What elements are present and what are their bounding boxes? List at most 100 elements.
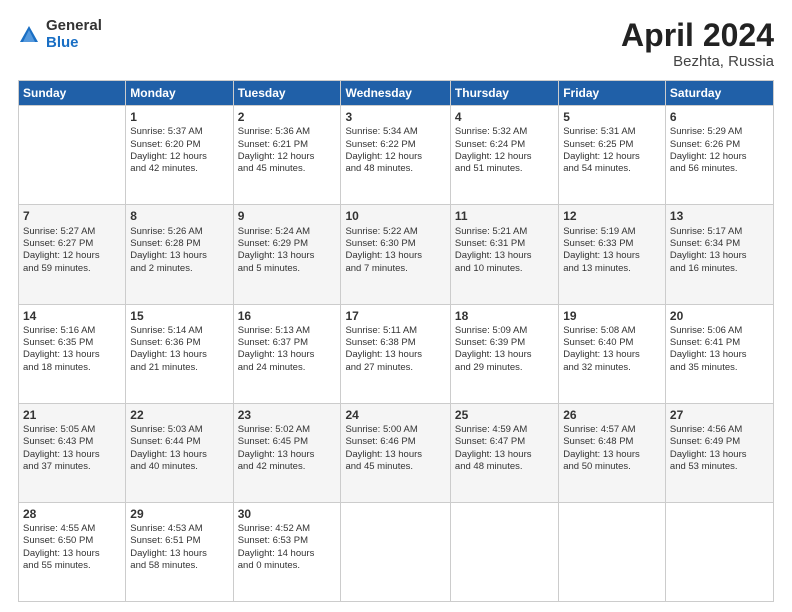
day-number: 7 <box>23 208 121 224</box>
logo-icon <box>18 24 40 46</box>
weekday-header: Saturday <box>665 81 773 106</box>
calendar-cell: 13 Sunrise: 5:17 AM Sunset: 6:34 PM Dayli… <box>665 205 773 304</box>
weekday-header: Wednesday <box>341 81 450 106</box>
day-info: Sunrise: 5:21 AM Sunset: 6:31 PM Dayligh… <box>455 226 554 275</box>
day-number: 3 <box>345 109 445 125</box>
calendar-cell: 24Sunrise: 5:00 AM Sunset: 6:46 PM Dayli… <box>341 403 450 502</box>
day-info: Sunrise: 5:03 AM Sunset: 6:44 PM Dayligh… <box>130 424 228 473</box>
logo: General Blue <box>18 18 102 51</box>
day-number: 16 <box>238 308 337 324</box>
day-info: Sunrise: 5:29 AM Sunset: 6:26 PM Dayligh… <box>670 126 769 175</box>
calendar-cell <box>450 502 558 601</box>
day-info: Sunrise: 5:19 AM Sunset: 6:33 PM Dayligh… <box>563 226 661 275</box>
weekday-header: Thursday <box>450 81 558 106</box>
day-number: 21 <box>23 407 121 423</box>
calendar-cell: 6Sunrise: 5:29 AM Sunset: 6:26 PM Daylig… <box>665 106 773 205</box>
day-info: Sunrise: 5:27 AM Sunset: 6:27 PM Dayligh… <box>23 226 121 275</box>
day-info: Sunrise: 5:08 AM Sunset: 6:40 PM Dayligh… <box>563 325 661 374</box>
day-info: Sunrise: 4:59 AM Sunset: 6:47 PM Dayligh… <box>455 424 554 473</box>
calendar-cell: 9 Sunrise: 5:24 AM Sunset: 6:29 PM Daylig… <box>233 205 341 304</box>
day-number: 9 <box>238 208 337 224</box>
day-number: 18 <box>455 308 554 324</box>
day-number: 28 <box>23 506 121 522</box>
calendar-cell: 4Sunrise: 5:32 AM Sunset: 6:24 PM Daylig… <box>450 106 558 205</box>
day-info: Sunrise: 4:57 AM Sunset: 6:48 PM Dayligh… <box>563 424 661 473</box>
day-info: Sunrise: 5:26 AM Sunset: 6:28 PM Dayligh… <box>130 226 228 275</box>
day-number: 12 <box>563 208 661 224</box>
calendar-title: April 2024 <box>621 18 774 53</box>
calendar-cell: 12 Sunrise: 5:19 AM Sunset: 6:33 PM Dayli… <box>559 205 666 304</box>
day-info: Sunrise: 4:52 AM Sunset: 6:53 PM Dayligh… <box>238 523 337 572</box>
day-number: 25 <box>455 407 554 423</box>
calendar-cell: 10Sunrise: 5:22 AM Sunset: 6:30 PM Dayli… <box>341 205 450 304</box>
day-info: Sunrise: 5:17 AM Sunset: 6:34 PM Dayligh… <box>670 226 769 275</box>
calendar-cell: 11Sunrise: 5:21 AM Sunset: 6:31 PM Dayli… <box>450 205 558 304</box>
calendar-cell <box>341 502 450 601</box>
weekday-header-row: SundayMondayTuesdayWednesdayThursdayFrid… <box>19 81 774 106</box>
day-number: 24 <box>345 407 445 423</box>
day-info: Sunrise: 5:06 AM Sunset: 6:41 PM Dayligh… <box>670 325 769 374</box>
day-info: Sunrise: 5:00 AM Sunset: 6:46 PM Dayligh… <box>345 424 445 473</box>
day-info: Sunrise: 5:14 AM Sunset: 6:36 PM Dayligh… <box>130 325 228 374</box>
day-number: 29 <box>130 506 228 522</box>
calendar-cell: 20Sunrise: 5:06 AM Sunset: 6:41 PM Dayli… <box>665 304 773 403</box>
day-info: Sunrise: 4:55 AM Sunset: 6:50 PM Dayligh… <box>23 523 121 572</box>
calendar-cell <box>559 502 666 601</box>
logo-general: General <box>46 18 102 35</box>
calendar-cell: 22Sunrise: 5:03 AM Sunset: 6:44 PM Dayli… <box>126 403 233 502</box>
day-number: 6 <box>670 109 769 125</box>
calendar-cell: 18Sunrise: 5:09 AM Sunset: 6:39 PM Dayli… <box>450 304 558 403</box>
calendar-page: General Blue April 2024 Bezhta, Russia S… <box>0 0 792 612</box>
calendar-table: SundayMondayTuesdayWednesdayThursdayFrid… <box>18 80 774 602</box>
day-number: 8 <box>130 208 228 224</box>
logo-text: General Blue <box>46 18 102 51</box>
day-number: 1 <box>130 109 228 125</box>
calendar-week-row: 28Sunrise: 4:55 AM Sunset: 6:50 PM Dayli… <box>19 502 774 601</box>
calendar-cell: 28Sunrise: 4:55 AM Sunset: 6:50 PM Dayli… <box>19 502 126 601</box>
weekday-header: Tuesday <box>233 81 341 106</box>
day-number: 20 <box>670 308 769 324</box>
day-info: Sunrise: 5:31 AM Sunset: 6:25 PM Dayligh… <box>563 126 661 175</box>
weekday-header: Monday <box>126 81 233 106</box>
weekday-header: Sunday <box>19 81 126 106</box>
calendar-cell: 30Sunrise: 4:52 AM Sunset: 6:53 PM Dayli… <box>233 502 341 601</box>
day-number: 19 <box>563 308 661 324</box>
day-info: Sunrise: 5:32 AM Sunset: 6:24 PM Dayligh… <box>455 126 554 175</box>
day-info: Sunrise: 5:09 AM Sunset: 6:39 PM Dayligh… <box>455 325 554 374</box>
calendar-cell <box>19 106 126 205</box>
day-info: Sunrise: 4:53 AM Sunset: 6:51 PM Dayligh… <box>130 523 228 572</box>
calendar-cell: 3Sunrise: 5:34 AM Sunset: 6:22 PM Daylig… <box>341 106 450 205</box>
day-info: Sunrise: 5:22 AM Sunset: 6:30 PM Dayligh… <box>345 226 445 275</box>
day-number: 5 <box>563 109 661 125</box>
calendar-cell: 5Sunrise: 5:31 AM Sunset: 6:25 PM Daylig… <box>559 106 666 205</box>
day-number: 17 <box>345 308 445 324</box>
day-number: 26 <box>563 407 661 423</box>
calendar-subtitle: Bezhta, Russia <box>621 53 774 70</box>
calendar-cell: 8 Sunrise: 5:26 AM Sunset: 6:28 PM Daylig… <box>126 205 233 304</box>
calendar-cell: 19Sunrise: 5:08 AM Sunset: 6:40 PM Dayli… <box>559 304 666 403</box>
day-number: 13 <box>670 208 769 224</box>
day-info: Sunrise: 5:24 AM Sunset: 6:29 PM Dayligh… <box>238 226 337 275</box>
calendar-cell: 21Sunrise: 5:05 AM Sunset: 6:43 PM Dayli… <box>19 403 126 502</box>
day-number: 2 <box>238 109 337 125</box>
calendar-week-row: 14Sunrise: 5:16 AM Sunset: 6:35 PM Dayli… <box>19 304 774 403</box>
calendar-week-row: 7 Sunrise: 5:27 AM Sunset: 6:27 PM Daylig… <box>19 205 774 304</box>
calendar-week-row: 21Sunrise: 5:05 AM Sunset: 6:43 PM Dayli… <box>19 403 774 502</box>
calendar-cell: 17Sunrise: 5:11 AM Sunset: 6:38 PM Dayli… <box>341 304 450 403</box>
day-info: Sunrise: 5:34 AM Sunset: 6:22 PM Dayligh… <box>345 126 445 175</box>
day-number: 4 <box>455 109 554 125</box>
day-number: 15 <box>130 308 228 324</box>
calendar-week-row: 1Sunrise: 5:37 AM Sunset: 6:20 PM Daylig… <box>19 106 774 205</box>
day-number: 30 <box>238 506 337 522</box>
day-info: Sunrise: 5:37 AM Sunset: 6:20 PM Dayligh… <box>130 126 228 175</box>
calendar-cell: 1Sunrise: 5:37 AM Sunset: 6:20 PM Daylig… <box>126 106 233 205</box>
day-number: 14 <box>23 308 121 324</box>
calendar-cell: 25Sunrise: 4:59 AM Sunset: 6:47 PM Dayli… <box>450 403 558 502</box>
logo-blue: Blue <box>46 35 102 52</box>
day-number: 27 <box>670 407 769 423</box>
day-info: Sunrise: 5:11 AM Sunset: 6:38 PM Dayligh… <box>345 325 445 374</box>
calendar-cell: 2Sunrise: 5:36 AM Sunset: 6:21 PM Daylig… <box>233 106 341 205</box>
calendar-cell: 7 Sunrise: 5:27 AM Sunset: 6:27 PM Daylig… <box>19 205 126 304</box>
day-info: Sunrise: 5:16 AM Sunset: 6:35 PM Dayligh… <box>23 325 121 374</box>
day-info: Sunrise: 4:56 AM Sunset: 6:49 PM Dayligh… <box>670 424 769 473</box>
